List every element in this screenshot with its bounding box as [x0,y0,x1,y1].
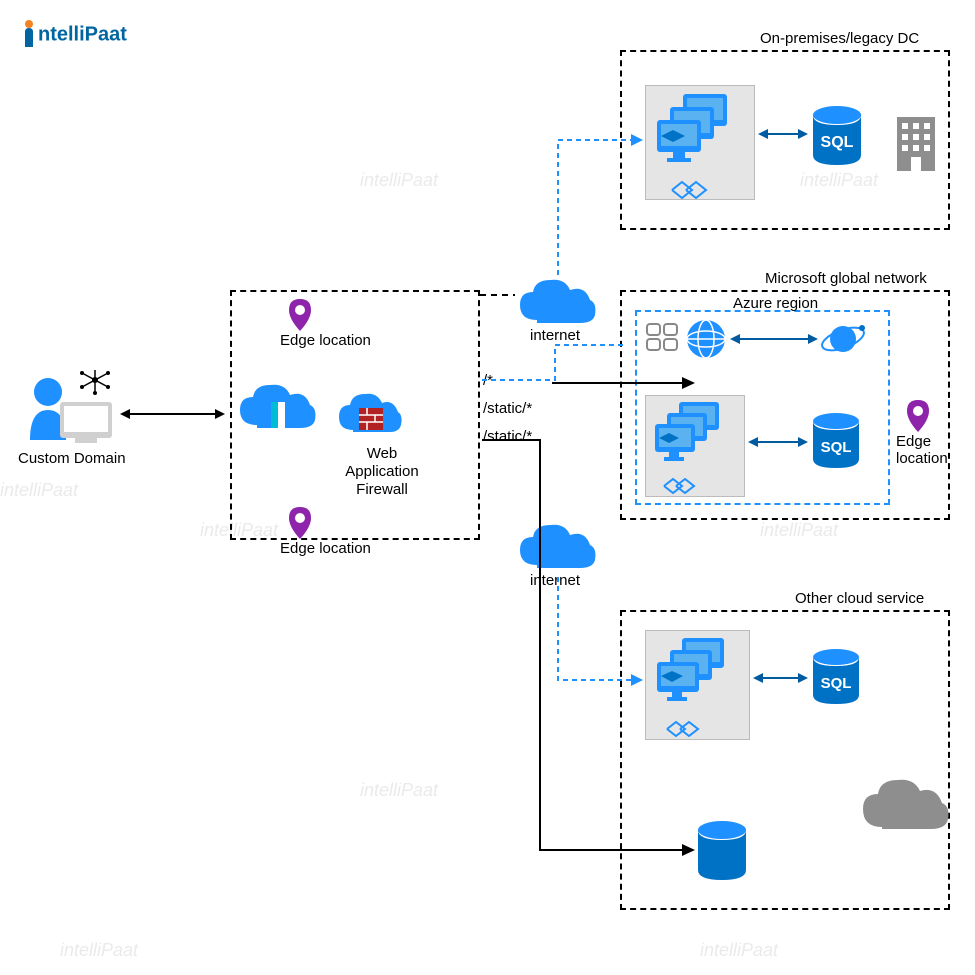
pin-icon [905,398,931,434]
connector [553,130,643,280]
connector [553,328,557,378]
watermark: intelliPaat [700,940,778,961]
connector [480,438,695,858]
connector [550,376,695,390]
connector [480,408,520,412]
watermark: intelliPaat [360,170,438,191]
connector [480,290,558,300]
cosmos-icon [820,318,866,360]
waf-label: Web Application Firewall [342,445,422,499]
storage-icon [695,820,749,884]
azure-region-label: Azure region [733,295,818,312]
arrow-bidir [758,128,808,140]
arrow-user-frontdoor [120,408,225,420]
sql-icon: SQL [810,412,862,472]
sql-icon: SQL [810,105,865,170]
internet-cloud-icon [515,275,600,330]
connector [480,400,482,440]
edge-loc-label: Edge location [280,333,371,350]
gray-cloud-icon [858,775,953,837]
edge-loc-label: Edge location [280,541,371,558]
msglobal-label: Microsoft global network [765,270,927,287]
watermark: intelliPaat [60,940,138,961]
logo: ntelliPaat [20,18,127,52]
onprem-label: On-premises/legacy DC [760,30,919,47]
custom-domain-label: Custom Domain [18,450,126,467]
other-cloud-label: Other cloud service [795,590,924,607]
vm-cluster-icon [655,92,745,172]
svg-text:SQL: SQL [821,134,854,151]
lb-icon [670,180,710,200]
user-icon [20,370,115,445]
edge-loc-label: Edge location [896,434,975,467]
arrow-bidir [753,672,808,684]
sql-icon: SQL [810,648,862,708]
svg-text:SQL: SQL [821,675,852,692]
pin-icon [287,297,313,333]
frontdoor-cloud-icon [235,380,320,440]
webapp-icon [645,322,679,352]
connector [478,290,518,390]
connector [553,408,557,523]
building-icon [895,115,937,173]
arrow-bidir [730,333,818,345]
pin-icon [287,505,313,541]
waf-cloud-icon [335,390,405,440]
watermark: intelliPaat [360,780,438,801]
svg-text:SQL: SQL [821,439,852,456]
watermark: intelliPaat [0,480,78,501]
globe-icon [685,318,727,360]
watermark: intelliPaat [760,520,838,541]
arrow-bidir [748,436,808,448]
